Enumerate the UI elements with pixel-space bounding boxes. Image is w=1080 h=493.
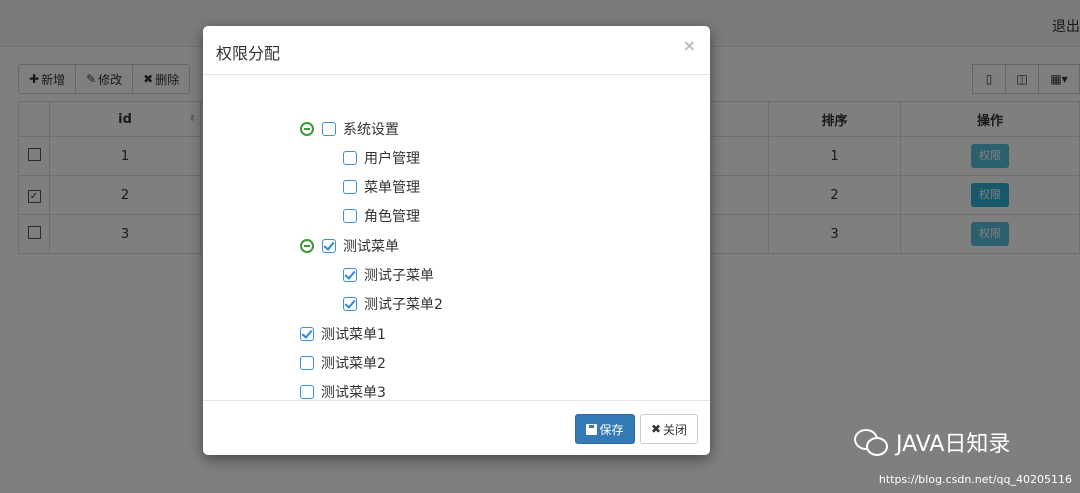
watermark-brand: JAVA日知录	[896, 432, 1011, 457]
tree-node-label: 菜单管理	[364, 180, 420, 196]
tree-checkbox[interactable]	[300, 327, 314, 341]
modal-footer: 保存 ✖ 关闭	[203, 400, 710, 456]
close-icon: ✖	[650, 422, 662, 436]
modal-close-icon[interactable]: ×	[683, 36, 696, 55]
tree-node-label: 测试菜单	[343, 239, 399, 255]
save-button[interactable]: 保存	[575, 414, 635, 444]
tree-checkbox[interactable]	[343, 297, 357, 311]
tree-node[interactable]: 测试菜单1	[300, 324, 386, 344]
collapse-icon[interactable]	[300, 122, 314, 136]
tree-checkbox[interactable]	[343, 180, 357, 194]
tree-node[interactable]: 菜单管理	[343, 177, 420, 197]
tree-node-label: 测试菜单2	[321, 356, 386, 372]
collapse-icon[interactable]	[300, 239, 314, 253]
tree-node-label: 测试菜单1	[321, 327, 386, 343]
tree-node[interactable]: 测试子菜单	[343, 265, 434, 285]
floppy-icon	[586, 423, 598, 435]
tree-node[interactable]: 系统设置	[300, 119, 399, 139]
tree-node[interactable]: 角色管理	[343, 206, 420, 226]
modal-title: 权限分配	[216, 44, 281, 63]
tree-node[interactable]: 用户管理	[343, 148, 420, 168]
permission-tree: 系统设置 用户管理 菜单管理 角色管理 测试菜单 测试子菜单 测试子菜单2 测试…	[203, 75, 710, 402]
tree-node[interactable]: 测试子菜单2	[343, 294, 443, 314]
close-button[interactable]: ✖ 关闭	[640, 414, 698, 444]
tree-node[interactable]: 测试菜单3	[300, 382, 386, 402]
tree-checkbox[interactable]	[343, 268, 357, 282]
tree-checkbox[interactable]	[322, 239, 336, 253]
watermark: JAVA日知录	[854, 426, 1010, 458]
tree-checkbox[interactable]	[343, 151, 357, 165]
tree-node[interactable]: 测试菜单	[300, 236, 399, 256]
tree-node-label: 测试菜单3	[321, 385, 386, 401]
tree-node-label: 角色管理	[364, 209, 420, 225]
tree-checkbox[interactable]	[322, 122, 336, 136]
tree-node-label: 系统设置	[343, 122, 399, 138]
tree-node-label: 测试子菜单2	[364, 297, 443, 313]
tree-node[interactable]: 测试菜单2	[300, 353, 386, 373]
wechat-icon	[854, 429, 888, 456]
tree-checkbox[interactable]	[300, 356, 314, 370]
permission-modal: 权限分配 × 系统设置 用户管理 菜单管理 角色管理 测试菜单 测试子菜单 测试…	[203, 26, 710, 455]
tree-node-label: 测试子菜单	[364, 268, 434, 284]
tree-checkbox[interactable]	[300, 385, 314, 399]
modal-header: 权限分配 ×	[203, 26, 710, 75]
tree-node-label: 用户管理	[364, 151, 420, 167]
watermark-url: https://blog.csdn.net/qq_40205116	[878, 473, 1072, 486]
tree-checkbox[interactable]	[343, 209, 357, 223]
